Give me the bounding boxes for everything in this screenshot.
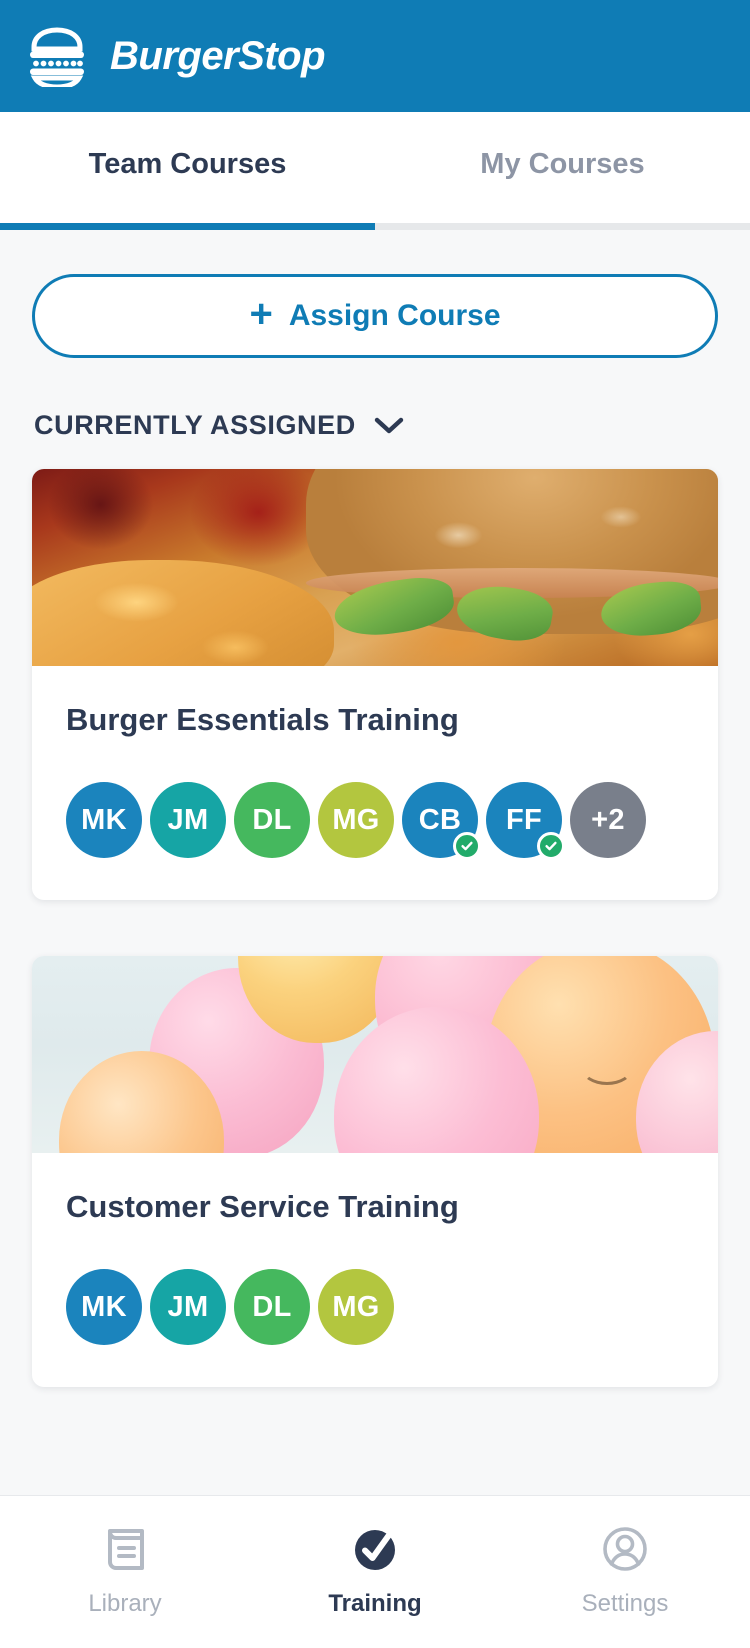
course-card[interactable]: Burger Essentials Training MK JM DL MG C… [32, 469, 718, 900]
patty-shape [306, 595, 718, 666]
avatar[interactable]: DL [234, 782, 310, 858]
avatar-overflow-label: +2 [591, 803, 625, 836]
avatar[interactable]: MG [318, 782, 394, 858]
avatar[interactable]: MG [318, 1269, 394, 1345]
nav-item-training-label: Training [328, 1590, 422, 1617]
tab-active-indicator [0, 223, 375, 230]
avatar[interactable]: FF [486, 782, 565, 860]
course-card-body: Burger Essentials Training MK JM DL MG C… [32, 666, 718, 900]
avatar-initials: MG [332, 803, 380, 836]
course-title: Burger Essentials Training [66, 702, 459, 737]
plus-icon: + [249, 292, 273, 336]
tab-my-courses[interactable]: My Courses [375, 112, 750, 230]
nav-item-settings[interactable]: Settings [500, 1522, 750, 1618]
avatar[interactable]: JM [150, 782, 226, 858]
burger-logo-icon [30, 27, 84, 87]
tab-my-courses-label: My Courses [480, 147, 645, 180]
check-circle-icon [355, 1530, 395, 1570]
tab-team-courses[interactable]: Team Courses [0, 112, 375, 230]
avatar[interactable]: DL [234, 1269, 310, 1345]
nav-item-settings-label: Settings [581, 1590, 669, 1617]
course-member-avatars: MK JM DL MG CB FF +2 [66, 782, 684, 860]
completed-check-icon [537, 832, 565, 860]
course-card[interactable]: Customer Service Training MK JM DL MG [32, 956, 718, 1387]
avatar-initials: MG [332, 1290, 380, 1323]
avatar[interactable]: MK [66, 1269, 142, 1345]
app-header: BurgerStop [0, 0, 750, 112]
avatar-initials: JM [167, 803, 209, 836]
completed-check-icon [453, 832, 481, 860]
avatar[interactable]: CB [402, 782, 481, 860]
course-image-balloons [32, 956, 718, 1153]
avatar-initials: MK [81, 1290, 127, 1323]
avatar[interactable]: JM [150, 1269, 226, 1345]
tab-team-courses-label: Team Courses [88, 147, 287, 180]
currently-assigned-section-header[interactable]: CURRENTLY ASSIGNED [34, 410, 718, 441]
nav-item-library-label: Library [88, 1590, 162, 1617]
tabbar: Team Courses My Courses [0, 112, 750, 230]
assign-course-button[interactable]: + Assign Course [32, 274, 718, 358]
course-title: Customer Service Training [66, 1189, 459, 1224]
avatar-initials: JM [167, 1290, 209, 1323]
avatar-initials: DL [252, 803, 292, 836]
app-root: BurgerStop Team Courses My Courses + Ass… [0, 0, 750, 1648]
avatar-initials: DL [252, 1290, 292, 1323]
avatar-initials: MK [81, 803, 127, 836]
brand-title: BurgerStop [110, 33, 326, 78]
avatar-initials: CB [418, 803, 462, 836]
chevron-down-icon[interactable] [374, 417, 404, 435]
bottom-navigation: Library Training Settings [0, 1496, 750, 1648]
course-image-burger [32, 469, 718, 666]
course-card-body: Customer Service Training MK JM DL MG [32, 1153, 718, 1387]
nav-item-training[interactable]: Training [250, 1522, 500, 1618]
avatar-initials: FF [505, 803, 543, 836]
book-icon [108, 1529, 144, 1570]
fries-shape [32, 559, 334, 666]
avatar-overflow-count[interactable]: +2 [570, 782, 646, 858]
smiley-mouth-shape [580, 1051, 633, 1085]
nav-item-library[interactable]: Library [0, 1522, 250, 1618]
course-member-avatars: MK JM DL MG [66, 1269, 684, 1345]
section-title: CURRENTLY ASSIGNED [34, 410, 356, 440]
content-scroll-area: + Assign Course CURRENTLY ASSIGNED Burge… [0, 230, 750, 1496]
user-circle-icon [603, 1527, 647, 1571]
assign-course-label: Assign Course [288, 299, 501, 332]
avatar[interactable]: MK [66, 782, 142, 858]
